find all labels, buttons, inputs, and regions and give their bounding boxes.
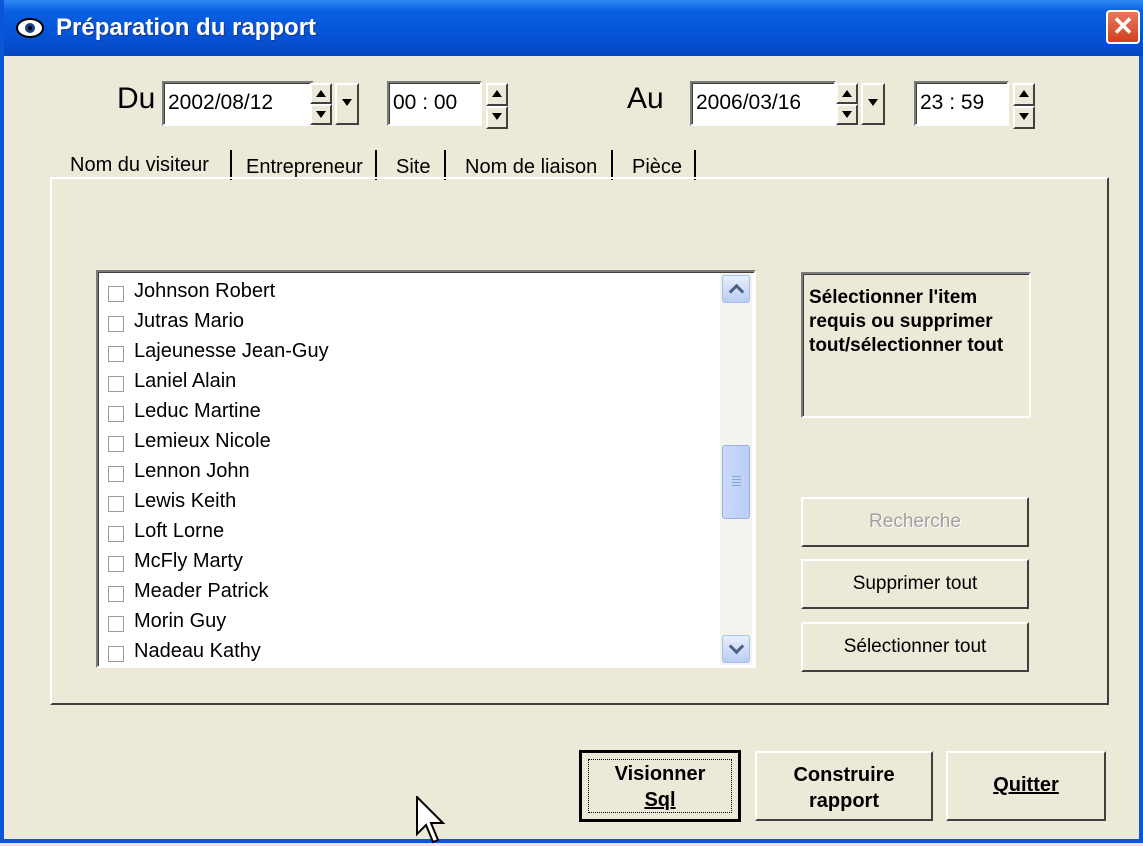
from-time-field[interactable]: 00 : 00 [387,81,482,126]
grip-line [732,482,741,483]
to-date-dropdown[interactable] [861,83,885,125]
to-label: Au [627,82,664,115]
build-report-button[interactable]: Construire rapport [755,751,933,821]
grip-line [732,479,741,480]
checkbox[interactable] [108,496,124,512]
grip-line [732,485,741,486]
checkbox[interactable] [108,376,124,392]
tab-room[interactable]: Pièce [632,156,682,179]
spin-up-icon[interactable] [310,83,332,104]
checkbox[interactable] [108,466,124,482]
tab-divider [694,150,696,180]
from-date-dropdown[interactable] [335,83,359,125]
report-dialog: Préparation du rapport ✕ Du 2002/08/12 0… [0,0,1143,844]
search-button[interactable]: Recherche [801,497,1029,547]
checkbox[interactable] [108,286,124,302]
spin-down-icon[interactable] [1013,106,1035,129]
to-time-field[interactable]: 23 : 59 [914,81,1009,126]
spin-down-icon[interactable] [836,104,858,125]
build-report-label: Construire [793,764,895,786]
eye-icon [16,18,44,38]
view-sql-button[interactable]: Visionner Sql [579,750,741,822]
window-title: Préparation du rapport [56,14,317,41]
tab-divider [444,150,446,180]
spin-down-icon[interactable] [486,106,508,129]
checkbox[interactable] [108,406,124,422]
checkbox[interactable] [108,556,124,572]
tab-divider [230,150,232,180]
spin-up-icon[interactable] [836,83,858,104]
checkbox[interactable] [108,586,124,602]
spin-up-icon[interactable] [1013,83,1035,106]
scroll-up-button[interactable] [722,275,750,303]
chevron-down-icon [868,99,878,106]
from-date-field[interactable]: 2002/08/12 [162,81,314,126]
tab-contractor[interactable]: Entrepreneur [246,156,363,179]
mouse-cursor-icon [416,796,446,844]
from-label: Du [117,82,156,115]
checkbox[interactable] [108,316,124,332]
checkbox[interactable] [108,346,124,362]
chevron-down-icon [728,638,745,655]
scroll-down-button[interactable] [722,635,750,663]
spin-up-icon[interactable] [486,83,508,106]
chevron-down-icon [342,99,352,106]
tab-divider [375,150,377,180]
title-bar[interactable]: Préparation du rapport ✕ [4,0,1143,56]
to-date-field[interactable]: 2006/03/16 [690,81,836,126]
from-time-spinner[interactable] [486,83,508,129]
select-all-button[interactable]: Sélectionner tout [801,622,1029,672]
tab-liaison-name[interactable]: Nom de liaison [465,156,597,179]
to-time-spinner[interactable] [1013,83,1035,129]
help-text: Sélectionner l'item requis ou supprimer … [801,272,1031,418]
tab-divider [611,150,613,180]
to-date-spinner[interactable] [836,83,858,125]
chevron-up-icon [728,283,745,300]
grip-line [732,476,741,477]
close-button[interactable]: ✕ [1106,10,1140,44]
checkbox[interactable] [108,436,124,452]
tab-visitor-name[interactable]: Nom du visiteur [70,154,209,177]
build-report-label: rapport [809,790,879,812]
visitor-list[interactable]: Johnson Robert Jutras Mario Lajeunesse J… [96,270,756,668]
list-scrollbar[interactable] [720,273,752,665]
spin-down-icon[interactable] [310,104,332,125]
checkbox[interactable] [108,646,124,662]
checkbox[interactable] [108,526,124,542]
scroll-thumb[interactable] [722,445,750,519]
quit-button[interactable]: Quitter [946,751,1106,821]
clear-all-button[interactable]: Supprimer tout [801,559,1029,609]
checkbox[interactable] [108,616,124,632]
focus-ring [588,759,732,813]
tab-site[interactable]: Site [396,156,430,179]
from-date-spinner[interactable] [310,83,332,125]
